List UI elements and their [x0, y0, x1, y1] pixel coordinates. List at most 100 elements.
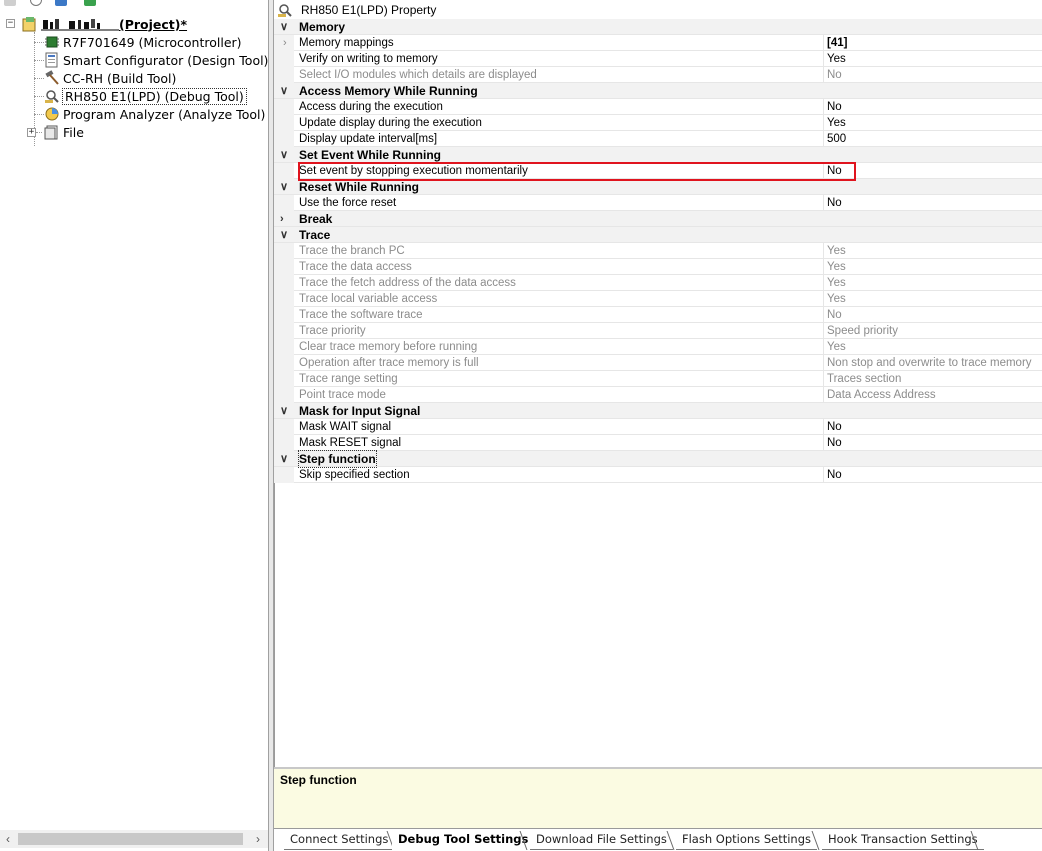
- chevron-right-icon[interactable]: ›: [283, 35, 287, 51]
- scroll-right-icon[interactable]: ›: [250, 830, 266, 848]
- scroll-left-icon[interactable]: ‹: [0, 830, 16, 848]
- panel-title-bar: RH850 E1(LPD) Property: [274, 0, 1042, 19]
- property-value[interactable]: No: [827, 195, 842, 211]
- debug-tool-icon: [277, 2, 293, 18]
- property-row-trace-the-branch-pc[interactable]: Trace the branch PC Yes: [274, 243, 1042, 259]
- property-row-access-during-the-execution[interactable]: Access during the execution No: [274, 99, 1042, 115]
- property-label: Display update interval[ms]: [299, 133, 438, 145]
- tree-label-debug-tool: RH850 E1(LPD) (Debug Tool): [62, 87, 247, 105]
- sort-icon[interactable]: [4, 0, 16, 6]
- property-label: Trace the branch PC: [299, 245, 405, 257]
- property-row-memory-mappings[interactable]: › Memory mappings [41]: [274, 35, 1042, 51]
- chevron-down-icon[interactable]: ∨: [280, 147, 288, 163]
- description-title: Step function: [280, 773, 357, 787]
- tree-node-debug-tool[interactable]: RH850 E1(LPD) (Debug Tool): [44, 87, 247, 105]
- property-category-mask-for-input-signal[interactable]: ∨ Mask for Input Signal: [274, 403, 1042, 419]
- scroll-thumb[interactable]: [18, 833, 243, 845]
- property-row-mask-wait-signal[interactable]: Mask WAIT signal No: [274, 419, 1042, 435]
- save-icon[interactable]: [55, 0, 67, 6]
- tab-debug-tool-settings[interactable]: Debug Tool Settings: [392, 829, 535, 850]
- property-row-trace-range-setting[interactable]: Trace range setting Traces section: [274, 371, 1042, 387]
- property-category-reset-while-running[interactable]: ∨ Reset While Running: [274, 179, 1042, 195]
- property-row-verify-on-writing-to-memory[interactable]: Verify on writing to memory Yes: [274, 51, 1042, 67]
- property-value: Non stop and overwrite to trace memory: [827, 357, 1032, 369]
- tree-node-analyze-tool[interactable]: Program Analyzer (Analyze Tool): [44, 105, 265, 123]
- property-row-trace-the-fetch-address-of-the-data-access[interactable]: Trace the fetch address of the data acce…: [274, 275, 1042, 291]
- tree-label-microcontroller: R7F701649 (Microcontroller): [63, 34, 242, 50]
- property-value[interactable]: No: [827, 419, 842, 435]
- property-row-trace-priority[interactable]: Trace priority Speed priority: [274, 323, 1042, 339]
- tab-hook-transaction-settings[interactable]: Hook Transaction Settings: [822, 829, 984, 850]
- chevron-down-icon[interactable]: ∨: [280, 227, 288, 243]
- property-value[interactable]: No: [827, 163, 842, 179]
- property-label: Break: [299, 212, 333, 226]
- property-value[interactable]: 500: [827, 131, 846, 147]
- property-label: Mask RESET signal: [299, 437, 402, 449]
- tab-connect-settings[interactable]: Connect Settings: [284, 829, 395, 850]
- property-label: Set Event While Running: [299, 148, 442, 162]
- project-tree-pane: − (Project)* R7F701649 (Microcontroller)…: [0, 0, 268, 851]
- property-value[interactable]: No: [827, 435, 842, 451]
- property-label: Trace the data access: [299, 261, 412, 273]
- chevron-down-icon[interactable]: ∨: [280, 179, 288, 195]
- property-row-skip-specified-section[interactable]: Skip specified section No: [274, 467, 1042, 483]
- property-row-use-the-force-reset[interactable]: Use the force reset No: [274, 195, 1042, 211]
- property-value: Traces section: [827, 373, 902, 385]
- build-icon[interactable]: [84, 0, 96, 6]
- property-row-mask-reset-signal[interactable]: Mask RESET signal No: [274, 435, 1042, 451]
- tree-node-project[interactable]: (Project)*: [22, 15, 187, 33]
- folder-icon: [44, 124, 60, 140]
- property-label: Mask for Input Signal: [299, 404, 421, 418]
- chevron-down-icon[interactable]: ∨: [280, 83, 288, 99]
- tree-horizontal-scrollbar[interactable]: ‹ ›: [0, 830, 268, 848]
- property-category-step-function[interactable]: ∨ Step function: [274, 450, 1042, 468]
- property-category-access-memory-while-running[interactable]: ∨ Access Memory While Running: [274, 83, 1042, 99]
- chevron-down-icon[interactable]: ∨: [280, 451, 288, 467]
- chevron-down-icon[interactable]: ∨: [280, 403, 288, 419]
- property-label: Clear trace memory before running: [299, 341, 478, 353]
- property-row-set-event-by-stopping-execution-momentarily[interactable]: Set event by stopping execution momentar…: [274, 163, 1042, 179]
- expand-file-toggle[interactable]: +: [27, 128, 36, 137]
- property-value[interactable]: No: [827, 467, 842, 483]
- property-row-display-update-interval-ms[interactable]: Display update interval[ms] 500: [274, 131, 1042, 147]
- tree-node-build-tool[interactable]: CC-RH (Build Tool): [44, 69, 176, 87]
- chevron-down-icon[interactable]: ∨: [280, 19, 288, 35]
- property-category-trace[interactable]: ∨ Trace: [274, 227, 1042, 243]
- debug-tool-icon: [44, 88, 60, 104]
- chevron-right-icon[interactable]: ›: [280, 211, 284, 227]
- tree-node-file[interactable]: File: [44, 123, 84, 141]
- property-label: Trace the fetch address of the data acce…: [299, 277, 516, 289]
- property-label: Trace the software trace: [299, 309, 423, 321]
- tab-flash-options-settings[interactable]: Flash Options Settings: [676, 829, 817, 850]
- property-value: Speed priority: [827, 325, 898, 337]
- property-value: Yes: [827, 277, 846, 289]
- property-label: Step function: [298, 450, 377, 468]
- tree-node-microcontroller[interactable]: R7F701649 (Microcontroller): [44, 33, 242, 51]
- property-category-set-event-while-running[interactable]: ∨ Set Event While Running: [274, 147, 1042, 163]
- property-row-clear-trace-memory-before-running[interactable]: Clear trace memory before running Yes: [274, 339, 1042, 355]
- property-category-memory[interactable]: ∨ Memory: [274, 19, 1042, 35]
- property-row-point-trace-mode[interactable]: Point trace mode Data Access Address: [274, 387, 1042, 403]
- property-value[interactable]: [41]: [827, 35, 847, 51]
- property-row-trace-the-data-access[interactable]: Trace the data access Yes: [274, 259, 1042, 275]
- property-row-select-i-o-modules-which-details-are-displayed[interactable]: Select I/O modules which details are dis…: [274, 67, 1042, 83]
- tree-toolbar: [0, 0, 268, 10]
- property-row-update-display-during-the-execution[interactable]: Update display during the execution Yes: [274, 115, 1042, 131]
- tree-label-file: File: [63, 124, 84, 140]
- property-label: Use the force reset: [299, 197, 397, 209]
- property-row-trace-local-variable-access[interactable]: Trace local variable access Yes: [274, 291, 1042, 307]
- property-value[interactable]: Yes: [827, 51, 846, 67]
- property-category-break[interactable]: › Break: [274, 211, 1042, 227]
- property-value: Data Access Address: [827, 389, 936, 401]
- property-row-operation-after-trace-memory-is-full[interactable]: Operation after trace memory is full Non …: [274, 355, 1042, 371]
- property-row-trace-the-software-trace[interactable]: Trace the software trace No: [274, 307, 1042, 323]
- tab-download-file-settings[interactable]: Download File Settings: [530, 829, 673, 850]
- help-icon[interactable]: [30, 0, 42, 6]
- tree-node-design-tool[interactable]: Smart Configurator (Design Tool): [44, 51, 268, 69]
- collapse-project-toggle[interactable]: −: [6, 19, 15, 28]
- property-label: Reset While Running: [299, 180, 419, 194]
- description-panel: Step function: [274, 767, 1042, 829]
- property-label: Operation after trace memory is full: [299, 357, 479, 369]
- property-value[interactable]: Yes: [827, 115, 846, 131]
- property-value[interactable]: No: [827, 99, 842, 115]
